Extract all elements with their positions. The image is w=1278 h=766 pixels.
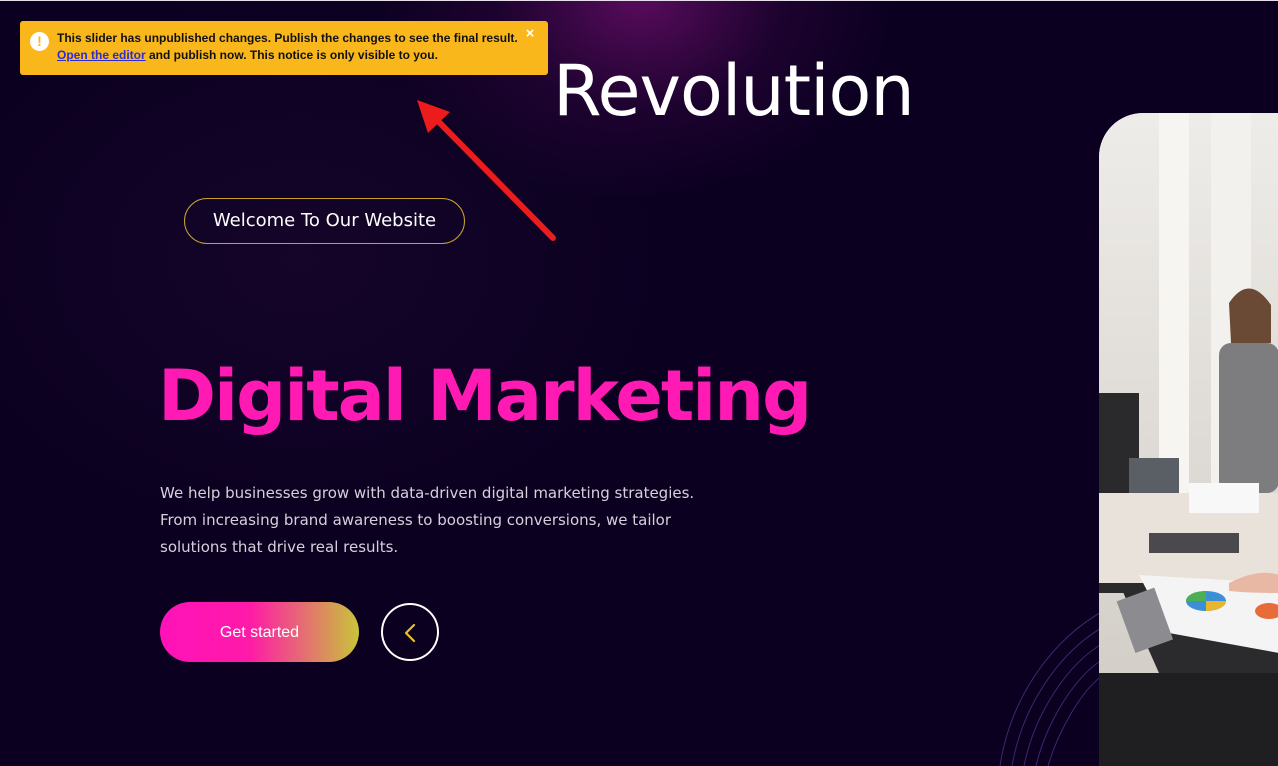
notice-line-1: This slider has unpublished changes. Pub… [57, 31, 518, 45]
office-meeting-photo [1099, 113, 1278, 766]
get-started-button[interactable]: Get started [160, 602, 359, 662]
decorative-arcs [999, 609, 1106, 766]
close-icon[interactable]: × [524, 26, 536, 41]
unpublished-notice: ! This slider has unpublished changes. P… [20, 21, 548, 75]
brand-title: Revolution [553, 50, 915, 132]
welcome-badge: Welcome To Our Website [184, 198, 465, 244]
notice-line-2: and publish now. This notice is only vis… [145, 48, 438, 62]
open-editor-link[interactable]: Open the editor [57, 48, 146, 62]
exclamation-icon: ! [30, 32, 49, 51]
hero-description: We help businesses grow with data-driven… [160, 484, 695, 556]
prev-slide-button[interactable] [381, 603, 439, 661]
chevron-left-icon [404, 623, 416, 643]
top-border [0, 0, 1278, 1]
hero-headline: Digital Marketing [158, 355, 812, 437]
